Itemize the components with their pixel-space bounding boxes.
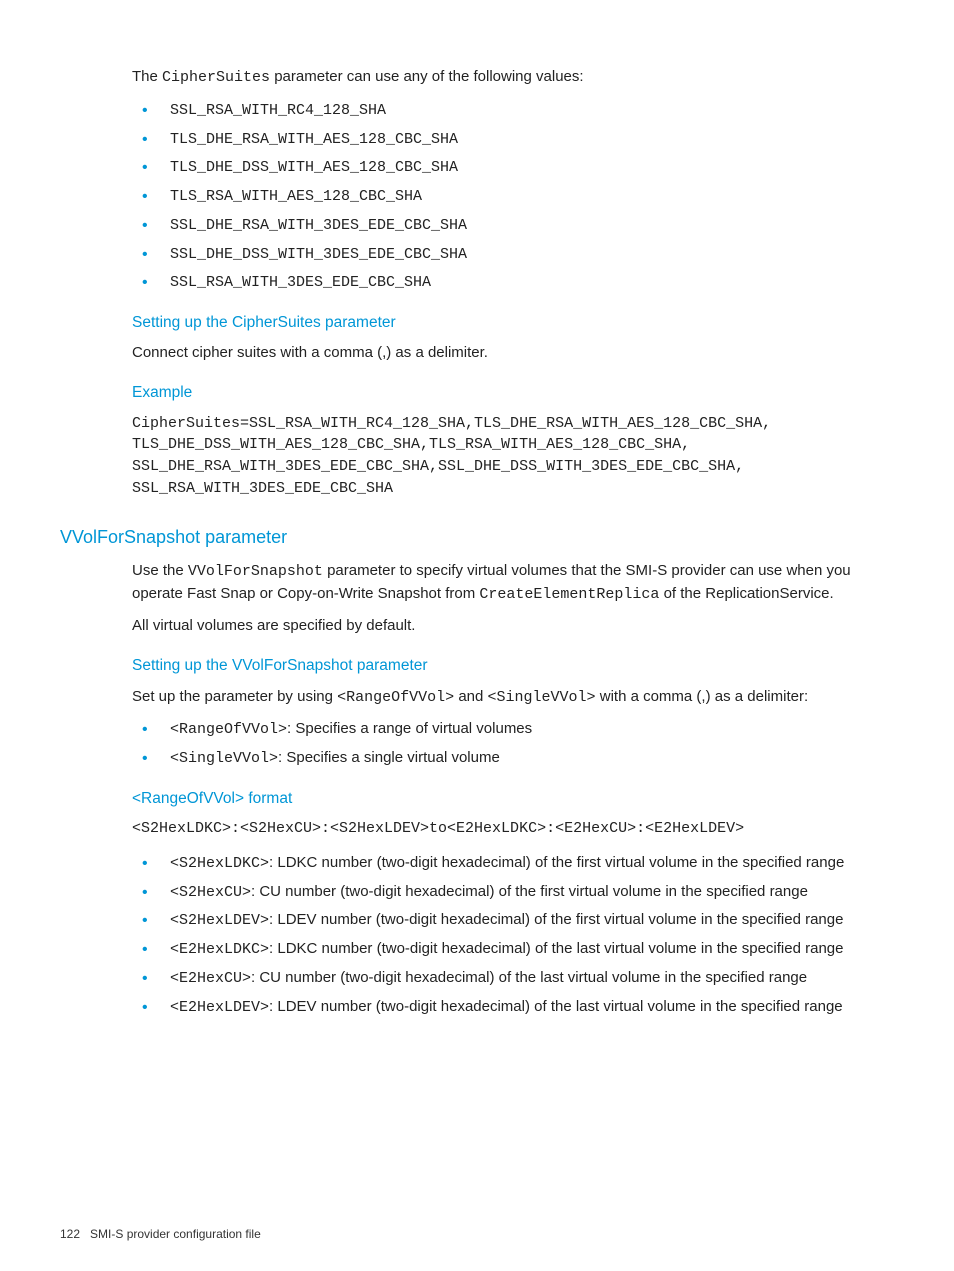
param-code: <S2HexLDKC> bbox=[170, 855, 269, 872]
param-desc: : LDEV number (two-digit hexadecimal) of… bbox=[269, 911, 843, 928]
vvol-setup-paragraph: Set up the parameter by using <RangeOfVV… bbox=[132, 686, 894, 709]
list-item: <S2HexLDEV>: LDEV number (two-digit hexa… bbox=[132, 909, 894, 932]
text: of the ReplicationService. bbox=[659, 585, 833, 602]
param-code: <E2HexLDKC> bbox=[170, 941, 269, 958]
param-code: <E2HexLDEV> bbox=[170, 999, 269, 1016]
param-desc: : LDKC number (two-digit hexadecimal) of… bbox=[269, 854, 844, 871]
param-desc: : LDEV number (two-digit hexadecimal) of… bbox=[269, 998, 843, 1015]
list-item: SSL_DHE_DSS_WITH_3DES_EDE_CBC_SHA bbox=[132, 243, 894, 266]
cipher-value: SSL_RSA_WITH_3DES_EDE_CBC_SHA bbox=[170, 274, 431, 291]
text: with a comma (,) as a delimiter: bbox=[596, 688, 809, 705]
list-item: <E2HexLDKC>: LDKC number (two-digit hexa… bbox=[132, 938, 894, 961]
list-item: <E2HexLDEV>: LDEV number (two-digit hexa… bbox=[132, 996, 894, 1019]
cipher-value: SSL_DHE_RSA_WITH_3DES_EDE_CBC_SHA bbox=[170, 217, 467, 234]
code-singlevvol: <SingleVVol> bbox=[488, 689, 596, 706]
param-code: <RangeOfVVol> bbox=[170, 721, 287, 738]
code-createelementreplica: CreateElementReplica bbox=[479, 586, 659, 603]
list-item: TLS_DHE_DSS_WITH_AES_128_CBC_SHA bbox=[132, 156, 894, 179]
cipher-value: TLS_DHE_DSS_WITH_AES_128_CBC_SHA bbox=[170, 159, 458, 176]
text: Use the bbox=[132, 562, 188, 579]
text: and bbox=[454, 688, 487, 705]
cipher-suite-list: SSL_RSA_WITH_RC4_128_SHA TLS_DHE_RSA_WITH… bbox=[132, 99, 894, 294]
intro-paragraph: The CipherSuites parameter can use any o… bbox=[132, 66, 894, 89]
code-vvolforsnapshot: VVolForSnapshot bbox=[188, 563, 323, 580]
heading-vvolforsnapshot: VVolForSnapshot parameter bbox=[60, 524, 894, 550]
page-footer: 122 SMI-S provider configuration file bbox=[60, 1226, 261, 1243]
list-item: <S2HexLDKC>: LDKC number (two-digit hexa… bbox=[132, 852, 894, 875]
list-item: SSL_RSA_WITH_3DES_EDE_CBC_SHA bbox=[132, 271, 894, 294]
intro-suffix: parameter can use any of the following v… bbox=[270, 68, 584, 85]
list-item: TLS_RSA_WITH_AES_128_CBC_SHA bbox=[132, 185, 894, 208]
param-code: <E2HexCU> bbox=[170, 970, 251, 987]
param-code: <S2HexCU> bbox=[170, 884, 251, 901]
heading-rangeofvvol-format: <RangeOfVVol> format bbox=[132, 788, 894, 810]
heading-ciphersuites-setup: Setting up the CipherSuites parameter bbox=[132, 312, 894, 334]
intro-code: CipherSuites bbox=[162, 69, 270, 86]
footer-title: SMI-S provider configuration file bbox=[90, 1227, 261, 1241]
cipher-value: TLS_RSA_WITH_AES_128_CBC_SHA bbox=[170, 188, 422, 205]
heading-vvol-setup: Setting up the VVolForSnapshot parameter bbox=[132, 655, 894, 677]
cipher-value: SSL_DHE_DSS_WITH_3DES_EDE_CBC_SHA bbox=[170, 246, 467, 263]
list-item: <E2HexCU>: CU number (two-digit hexadeci… bbox=[132, 967, 894, 990]
vvol-setup-list: <RangeOfVVol>: Specifies a range of virt… bbox=[132, 718, 894, 770]
page-number: 122 bbox=[60, 1227, 80, 1241]
param-desc: : LDKC number (two-digit hexadecimal) of… bbox=[269, 940, 843, 957]
param-desc: : CU number (two-digit hexadecimal) of t… bbox=[251, 883, 808, 900]
text: Set up the parameter by using bbox=[132, 688, 337, 705]
heading-example: Example bbox=[132, 382, 894, 404]
cipher-value: SSL_RSA_WITH_RC4_128_SHA bbox=[170, 102, 386, 119]
ciphersuites-setup-body: Connect cipher suites with a comma (,) a… bbox=[132, 342, 894, 364]
param-code: <SingleVVol> bbox=[170, 750, 278, 767]
param-desc: : Specifies a range of virtual volumes bbox=[287, 720, 532, 737]
list-item: <RangeOfVVol>: Specifies a range of virt… bbox=[132, 718, 894, 741]
range-format-syntax: <S2HexLDKC>:<S2HexCU>:<S2HexLDEV>to<E2He… bbox=[132, 818, 894, 840]
param-code: <S2HexLDEV> bbox=[170, 912, 269, 929]
list-item: <S2HexCU>: CU number (two-digit hexadeci… bbox=[132, 881, 894, 904]
intro-prefix: The bbox=[132, 68, 162, 85]
code-rangeofvvol: <RangeOfVVol> bbox=[337, 689, 454, 706]
vvol-paragraph-1: Use the VVolForSnapshot parameter to spe… bbox=[132, 560, 894, 606]
list-item: <SingleVVol>: Specifies a single virtual… bbox=[132, 747, 894, 770]
param-desc: : CU number (two-digit hexadecimal) of t… bbox=[251, 969, 807, 986]
vvol-paragraph-2: All virtual volumes are specified by def… bbox=[132, 615, 894, 637]
param-desc: : Specifies a single virtual volume bbox=[278, 749, 500, 766]
range-format-list: <S2HexLDKC>: LDKC number (two-digit hexa… bbox=[132, 852, 894, 1019]
list-item: TLS_DHE_RSA_WITH_AES_128_CBC_SHA bbox=[132, 128, 894, 151]
cipher-value: TLS_DHE_RSA_WITH_AES_128_CBC_SHA bbox=[170, 131, 458, 148]
list-item: SSL_RSA_WITH_RC4_128_SHA bbox=[132, 99, 894, 122]
example-code-block: CipherSuites=SSL_RSA_WITH_RC4_128_SHA,TL… bbox=[132, 413, 894, 500]
list-item: SSL_DHE_RSA_WITH_3DES_EDE_CBC_SHA bbox=[132, 214, 894, 237]
